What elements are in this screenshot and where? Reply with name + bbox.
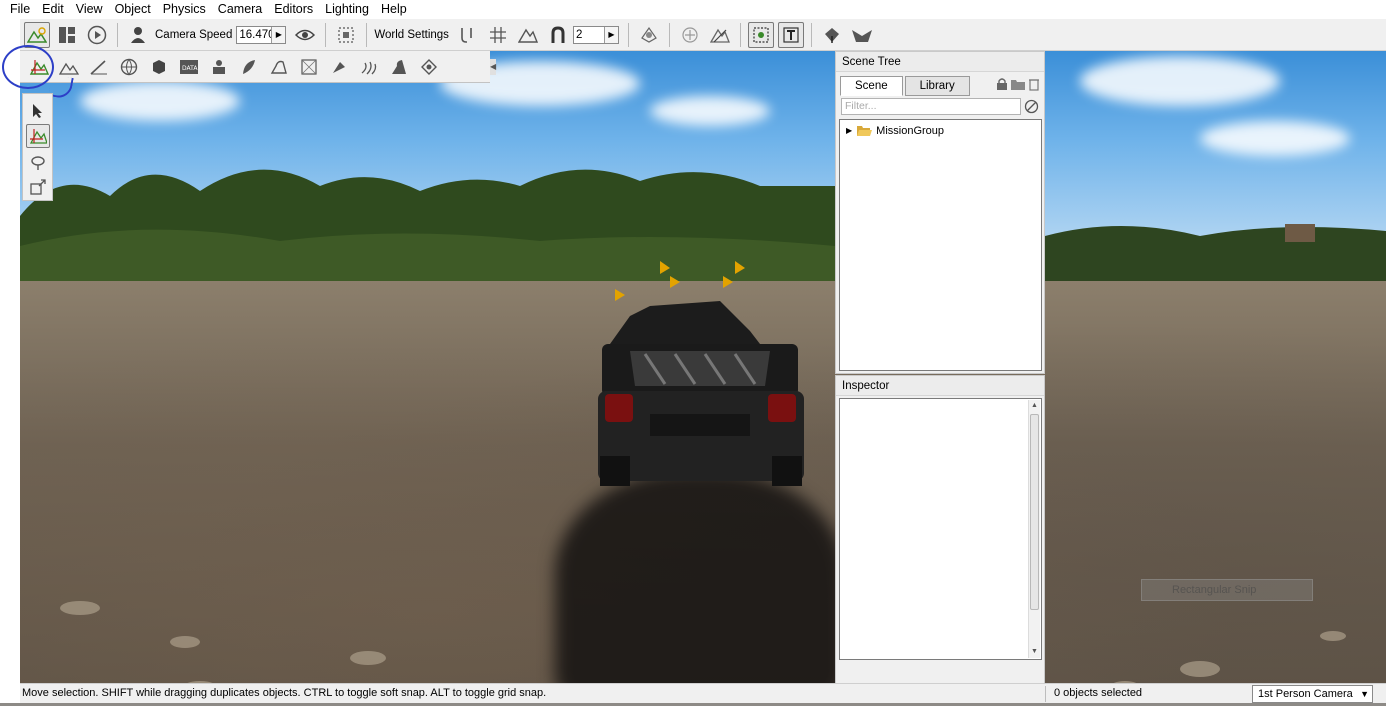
camera-speed-value[interactable]: 16.470	[237, 27, 271, 43]
text-label-icon[interactable]	[777, 21, 804, 48]
toolbar-separator	[810, 22, 812, 47]
marker-objects[interactable]	[615, 256, 755, 306]
3d-viewport[interactable]: Rectangular Snip	[20, 51, 1386, 683]
grid-snap-icon[interactable]	[485, 22, 511, 48]
visibility-eye-icon[interactable]	[292, 22, 318, 48]
main-toolbar: Camera Speed 16.470 ▶ World Settings 2 ▶	[20, 19, 1386, 51]
terrain-painter-icon[interactable]	[85, 53, 113, 81]
drop-at-camera-icon[interactable]	[849, 22, 875, 48]
camera-speed-label: Camera Speed	[155, 28, 233, 41]
lock-icon[interactable]	[996, 77, 1008, 91]
menu-physics[interactable]: Physics	[157, 0, 212, 19]
datablock-editor-icon[interactable]: DATA	[175, 53, 203, 81]
drop-object-icon[interactable]	[819, 22, 845, 48]
tree-item-missiongroup[interactable]: ▶ MissionGroup	[846, 124, 944, 137]
menu-editors[interactable]: Editors	[268, 0, 319, 19]
particle-editor-icon[interactable]	[325, 53, 353, 81]
inspector-panel: Inspector ▲ ▼	[835, 375, 1045, 703]
spin-right-icon[interactable]: ▶	[271, 26, 286, 43]
move-tool-icon[interactable]	[25, 124, 50, 149]
camera-user-icon[interactable]	[125, 22, 151, 48]
editor-toolbar: DATA ◀	[20, 51, 496, 83]
scale-tool-icon[interactable]	[26, 176, 50, 199]
chevron-down-icon[interactable]: ▼	[1360, 686, 1369, 702]
menu-lighting[interactable]: Lighting	[319, 0, 375, 19]
menu-camera[interactable]: Camera	[212, 0, 268, 19]
material-editor-icon[interactable]	[115, 53, 143, 81]
selection-count: 0 objects selected	[1054, 687, 1143, 699]
spin-right-icon[interactable]: ▶	[603, 26, 618, 43]
selection-mode-icon[interactable]	[747, 21, 774, 48]
layout-panels-icon[interactable]	[54, 22, 80, 48]
forest-editor-icon[interactable]	[235, 53, 263, 81]
svg-text:DATA: DATA	[182, 65, 198, 72]
snip-overlay: Rectangular Snip	[1141, 579, 1313, 601]
shape-editor-icon[interactable]	[415, 53, 443, 81]
world-settings-label[interactable]: World Settings	[374, 29, 449, 41]
toolbar-collapse-icon[interactable]: ◀	[490, 59, 496, 75]
delete-bin-icon[interactable]	[1028, 77, 1040, 91]
decal-editor-icon[interactable]	[205, 53, 233, 81]
snap-value-field[interactable]: 2 ▶	[572, 25, 619, 44]
world-editor-icon[interactable]	[24, 21, 50, 48]
select-arrow-icon[interactable]	[26, 99, 50, 122]
scroll-thumb[interactable]	[1030, 414, 1039, 610]
menu-help[interactable]: Help	[375, 0, 413, 19]
road-editor-icon[interactable]	[385, 53, 413, 81]
inspector-content[interactable]: ▲ ▼	[839, 398, 1042, 660]
camera-mode-value: 1st Person Camera	[1258, 688, 1353, 700]
tab-library[interactable]: Library	[904, 76, 970, 96]
scroll-up-icon[interactable]: ▲	[1029, 400, 1040, 412]
annotation-circle	[2, 45, 54, 89]
open-folder-icon	[857, 126, 873, 136]
menu-object[interactable]: Object	[109, 0, 157, 19]
object-center-icon[interactable]	[677, 22, 703, 48]
snap-value[interactable]: 2	[574, 27, 604, 43]
tree-item-label: MissionGroup	[876, 124, 945, 137]
toolbar-separator	[739, 22, 741, 47]
tab-scene[interactable]: Scene	[840, 76, 903, 96]
gizmo-transform-icon[interactable]	[707, 22, 733, 48]
sketch-tool-icon[interactable]	[145, 53, 173, 81]
camera-mode-select[interactable]: 1st Person Camera ▼	[1252, 685, 1373, 703]
scene-tree-tabs: Scene Library	[840, 76, 972, 96]
toolbar-separator	[366, 22, 368, 47]
scene-tree-panel: Scene Tree Scene Library Filter... ▶ Mis…	[835, 51, 1045, 374]
terrain-snap-icon[interactable]	[515, 22, 541, 48]
menu-bar: File Edit View Object Physics Camera Edi…	[0, 0, 1386, 19]
status-message: Move selection. SHIFT while dragging dup…	[22, 687, 547, 699]
status-bar: Move selection. SHIFT while dragging dup…	[20, 683, 1386, 703]
menu-edit[interactable]: Edit	[36, 0, 70, 19]
river-editor-icon[interactable]	[355, 53, 383, 81]
toolbar-separator	[117, 22, 118, 47]
scene-tree-title: Scene Tree	[836, 52, 1044, 72]
object-snap-icon[interactable]	[455, 22, 481, 48]
play-icon[interactable]	[84, 22, 110, 48]
clear-filter-icon[interactable]	[1024, 99, 1039, 114]
status-separator	[1045, 686, 1046, 702]
rally-car[interactable]	[590, 296, 820, 491]
mesh-road-icon[interactable]	[265, 53, 293, 81]
bounding-box-icon[interactable]	[636, 22, 662, 48]
rotate-tool-icon[interactable]	[26, 150, 50, 173]
inspector-scrollbar[interactable]: ▲ ▼	[1028, 400, 1040, 658]
scene-filter-input[interactable]: Filter...	[841, 98, 1021, 115]
navmesh-editor-icon[interactable]	[295, 53, 323, 81]
inspector-title: Inspector	[836, 376, 1044, 396]
folder-icon[interactable]	[1010, 77, 1026, 91]
camera-speed-field[interactable]: 16.470 ▶	[236, 25, 287, 44]
fit-view-icon[interactable]	[333, 22, 359, 48]
menu-view[interactable]: View	[70, 0, 109, 19]
scene-tree-list[interactable]: ▶ MissionGroup	[839, 119, 1042, 371]
magnet-snap-icon[interactable]	[545, 22, 571, 48]
tool-palette	[22, 93, 53, 201]
scene-tree-actions	[996, 77, 1040, 91]
toolbar-separator	[668, 22, 670, 47]
toolbar-separator	[325, 22, 327, 47]
menu-file[interactable]: File	[4, 0, 36, 19]
car-shadow	[555, 471, 845, 683]
expand-caret-icon[interactable]: ▶	[846, 126, 852, 135]
scroll-down-icon[interactable]: ▼	[1029, 646, 1040, 658]
toolbar-separator	[627, 22, 629, 47]
